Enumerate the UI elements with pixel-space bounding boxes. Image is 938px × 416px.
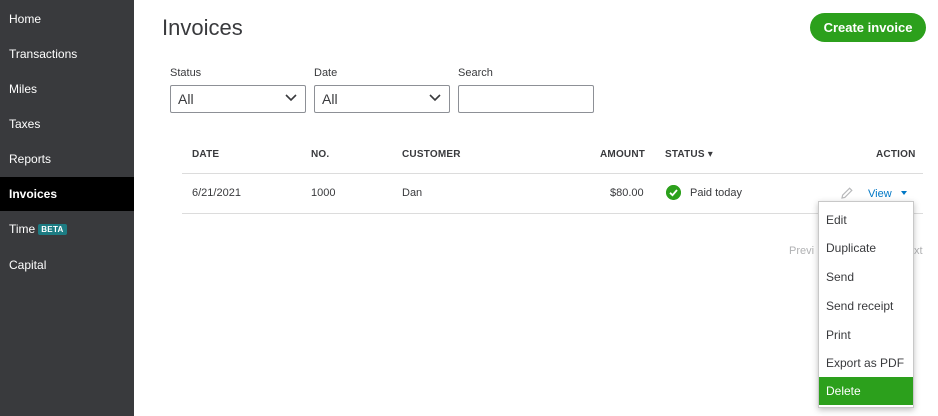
- date-filter-label: Date: [314, 67, 338, 79]
- caret-down-icon[interactable]: [897, 188, 911, 200]
- menu-item-send[interactable]: Send: [819, 263, 913, 291]
- sidebar-item-capital[interactable]: Capital: [0, 248, 134, 282]
- app-root: Home Transactions Miles Taxes Reports In…: [0, 0, 938, 416]
- sidebar-item-invoices[interactable]: Invoices: [0, 177, 134, 211]
- sidebar-item-miles[interactable]: Miles: [0, 72, 134, 106]
- cell-date: 6/21/2021: [192, 187, 241, 199]
- sidebar-item-label: Reports: [9, 152, 52, 166]
- column-header-no[interactable]: NO.: [311, 149, 329, 160]
- status-filter-value: All: [178, 91, 194, 107]
- column-header-customer[interactable]: CUSTOMER: [402, 149, 461, 160]
- sidebar-item-time[interactable]: Time BETA: [0, 212, 134, 246]
- date-filter-select[interactable]: All: [314, 85, 450, 113]
- status-filter-label: Status: [170, 67, 202, 79]
- next-page-link[interactable]: xt: [914, 245, 923, 257]
- sidebar-item-label: Capital: [9, 258, 47, 272]
- sidebar-item-taxes[interactable]: Taxes: [0, 107, 134, 141]
- sidebar-item-home[interactable]: Home: [0, 2, 134, 36]
- menu-item-send-receipt[interactable]: Send receipt: [819, 292, 913, 320]
- chevron-down-icon: [429, 94, 441, 102]
- sidebar: Home Transactions Miles Taxes Reports In…: [0, 0, 134, 416]
- sidebar-item-label: Invoices: [9, 187, 58, 201]
- header-divider: [182, 173, 923, 174]
- sidebar-item-reports[interactable]: Reports: [0, 142, 134, 176]
- sidebar-item-transactions[interactable]: Transactions: [0, 37, 134, 71]
- chevron-down-icon: [285, 94, 297, 102]
- row-divider: [182, 213, 923, 214]
- action-dropdown-menu: Edit Duplicate Send Send receipt Print E…: [818, 201, 914, 408]
- search-label: Search: [458, 67, 493, 79]
- cell-customer: Dan: [402, 187, 423, 199]
- menu-item-print[interactable]: Print: [819, 321, 913, 349]
- column-header-action: ACTION: [876, 149, 916, 160]
- page-title: Invoices: [162, 15, 243, 40]
- menu-item-export-pdf[interactable]: Export as PDF: [819, 349, 913, 377]
- create-invoice-button[interactable]: Create invoice: [810, 13, 926, 42]
- cell-amount: $80.00: [610, 187, 644, 199]
- search-input[interactable]: [458, 85, 594, 113]
- sidebar-item-label: Home: [9, 12, 42, 26]
- menu-item-delete[interactable]: Delete: [819, 377, 913, 405]
- sidebar-item-label: Time: [9, 222, 36, 236]
- previous-page-link[interactable]: Previ: [789, 245, 814, 257]
- menu-item-edit[interactable]: Edit: [819, 206, 913, 234]
- check-circle-icon: [666, 185, 681, 200]
- view-link[interactable]: View: [868, 188, 892, 200]
- column-header-amount[interactable]: AMOUNT: [600, 149, 645, 160]
- sidebar-item-label: Miles: [9, 82, 38, 96]
- pencil-icon[interactable]: [840, 186, 854, 200]
- column-header-date[interactable]: DATE: [192, 149, 219, 160]
- cell-status: Paid today: [690, 187, 742, 199]
- column-header-status[interactable]: STATUS ▾: [665, 149, 713, 160]
- beta-badge: BETA: [38, 224, 67, 235]
- menu-item-duplicate[interactable]: Duplicate: [819, 234, 913, 262]
- sidebar-item-label: Transactions: [9, 47, 78, 61]
- sidebar-item-label: Taxes: [9, 117, 41, 131]
- status-filter-select[interactable]: All: [170, 85, 306, 113]
- date-filter-value: All: [322, 91, 338, 107]
- cell-number: 1000: [311, 187, 336, 199]
